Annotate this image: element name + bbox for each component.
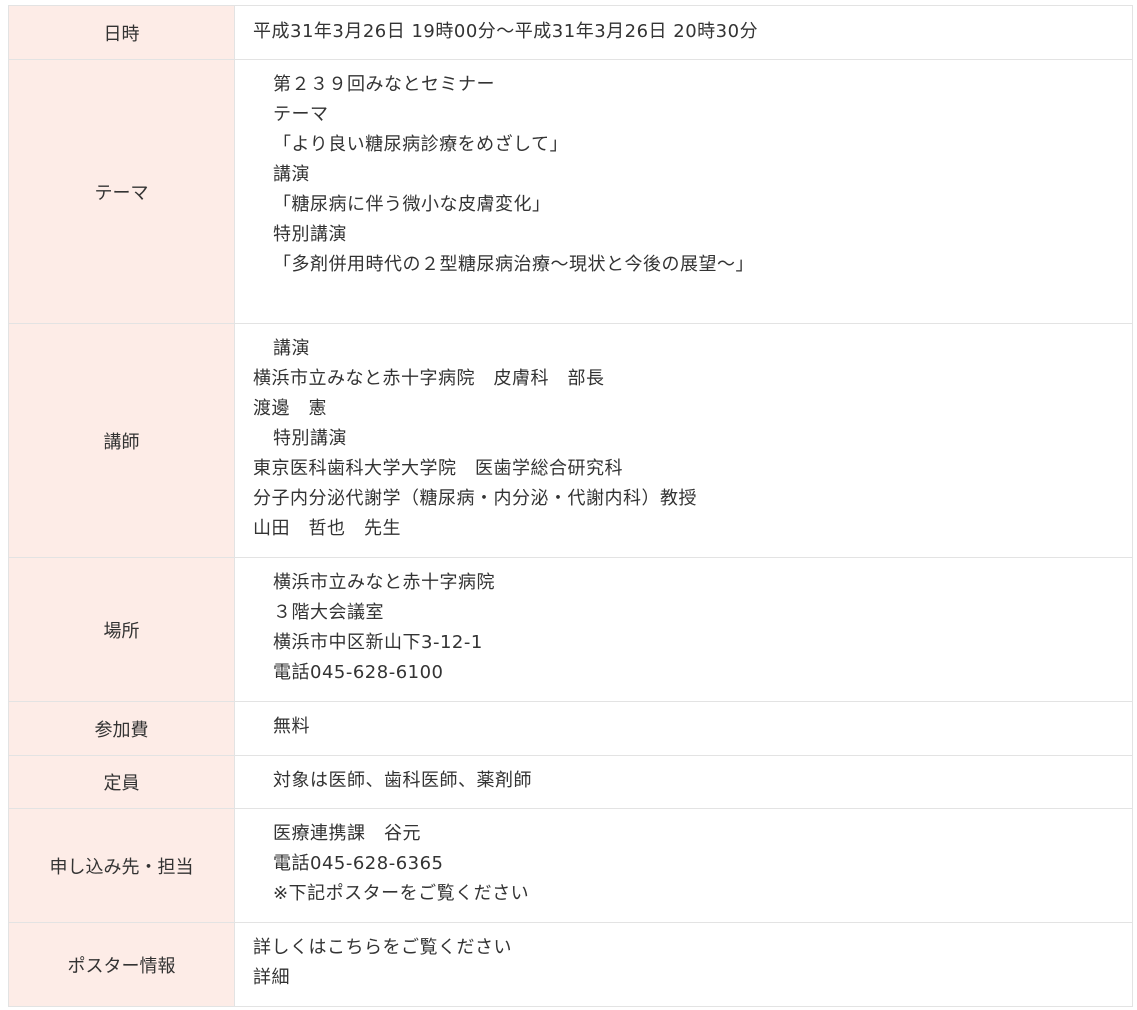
event-info-table: 日時 平成31年3月26日 19時00分～平成31年3月26日 20時30分 テ… — [8, 5, 1133, 1007]
row-apply: 申し込み先・担当 医療連携課 谷元 電話045-628-6365 ※下記ポスター… — [8, 808, 1133, 923]
apply-label: 申し込み先・担当 — [8, 808, 235, 923]
row-speaker: 講師 講演 横浜市立みなと赤十字病院 皮膚科 部長 渡邊 憲 特別講演 東京医科… — [8, 323, 1133, 558]
theme-heading: テーマ — [273, 104, 329, 125]
poster-label: ポスター情報 — [8, 922, 235, 1007]
venue-room: ３階大会議室 — [273, 602, 384, 623]
contact-note: ※下記ポスターをご覧ください — [273, 883, 530, 904]
speaker-2-affiliation: 東京医科歯科大学大学院 医歯学総合研究科 — [253, 458, 623, 479]
place-label: 場所 — [8, 557, 235, 702]
contact-phone: 電話045-628-6365 — [273, 853, 444, 874]
row-place: 場所 横浜市立みなと赤十字病院 ３階大会議室 横浜市中区新山下3-12-1 電話… — [8, 557, 1133, 702]
theme-title: 「より良い糖尿病診療をめざして」 — [273, 134, 569, 155]
capacity-text: 対象は医師、歯科医師、薬剤師 — [273, 770, 532, 791]
fee-label: 参加費 — [8, 701, 235, 756]
poster-instruction: 詳しくはこちらをご覧ください — [253, 937, 512, 958]
speaker-value: 講演 横浜市立みなと赤十字病院 皮膚科 部長 渡邊 憲 特別講演 東京医科歯科大… — [234, 323, 1133, 558]
capacity-label: 定員 — [8, 755, 235, 809]
special-lecture-title: 「多剤併用時代の２型糖尿病治療～現状と今後の展望～」 — [273, 254, 754, 275]
row-datetime: 日時 平成31年3月26日 19時00分～平成31年3月26日 20時30分 — [8, 5, 1133, 60]
datetime-text: 平成31年3月26日 19時00分～平成31年3月26日 20時30分 — [253, 21, 759, 42]
venue-name: 横浜市立みなと赤十字病院 — [273, 572, 495, 593]
datetime-value: 平成31年3月26日 19時00分～平成31年3月26日 20時30分 — [234, 5, 1133, 60]
venue-phone: 電話045-628-6100 — [273, 662, 444, 683]
event-info-container: 日時 平成31年3月26日 19時00分～平成31年3月26日 20時30分 テ… — [8, 5, 1133, 1007]
speaker-2-name: 山田 哲也 先生 — [253, 518, 401, 539]
speaker-label: 講師 — [8, 323, 235, 558]
special-lecture-heading: 特別講演 — [273, 224, 347, 245]
place-value: 横浜市立みなと赤十字病院 ３階大会議室 横浜市中区新山下3-12-1 電話045… — [234, 557, 1133, 702]
capacity-value: 対象は医師、歯科医師、薬剤師 — [234, 755, 1133, 809]
lecture-title: 「糖尿病に伴う微小な皮膚変化」 — [273, 194, 551, 215]
fee-text: 無料 — [273, 716, 310, 737]
theme-value: 第２３９回みなとセミナー テーマ 「より良い糖尿病診療をめざして」 講演 「糖尿… — [234, 59, 1133, 324]
fee-value: 無料 — [234, 701, 1133, 756]
speaker-2-department: 分子内分泌代謝学（糖尿病・内分泌・代謝内科）教授 — [253, 488, 697, 509]
speaker-1-affiliation: 横浜市立みなと赤十字病院 皮膚科 部長 — [253, 368, 605, 389]
row-fee: 参加費 無料 — [8, 701, 1133, 756]
theme-label: テーマ — [8, 59, 235, 324]
venue-address: 横浜市中区新山下3-12-1 — [273, 632, 483, 653]
row-poster: ポスター情報 詳しくはこちらをご覧ください 詳細 — [8, 922, 1133, 1007]
datetime-label: 日時 — [8, 5, 235, 60]
lecture-heading: 講演 — [273, 164, 310, 185]
speaker-special-heading: 特別講演 — [273, 428, 347, 449]
poster-detail-link[interactable]: 詳細 — [253, 963, 1132, 993]
row-capacity: 定員 対象は医師、歯科医師、薬剤師 — [8, 755, 1133, 809]
poster-value: 詳しくはこちらをご覧ください 詳細 — [234, 922, 1133, 1007]
contact-person: 医療連携課 谷元 — [273, 823, 421, 844]
speaker-lecture-heading: 講演 — [273, 338, 310, 359]
row-theme: テーマ 第２３９回みなとセミナー テーマ 「より良い糖尿病診療をめざして」 講演… — [8, 59, 1133, 324]
seminar-title: 第２３９回みなとセミナー — [273, 74, 495, 95]
speaker-1-name: 渡邊 憲 — [253, 398, 327, 419]
apply-value: 医療連携課 谷元 電話045-628-6365 ※下記ポスターをご覧ください — [234, 808, 1133, 923]
